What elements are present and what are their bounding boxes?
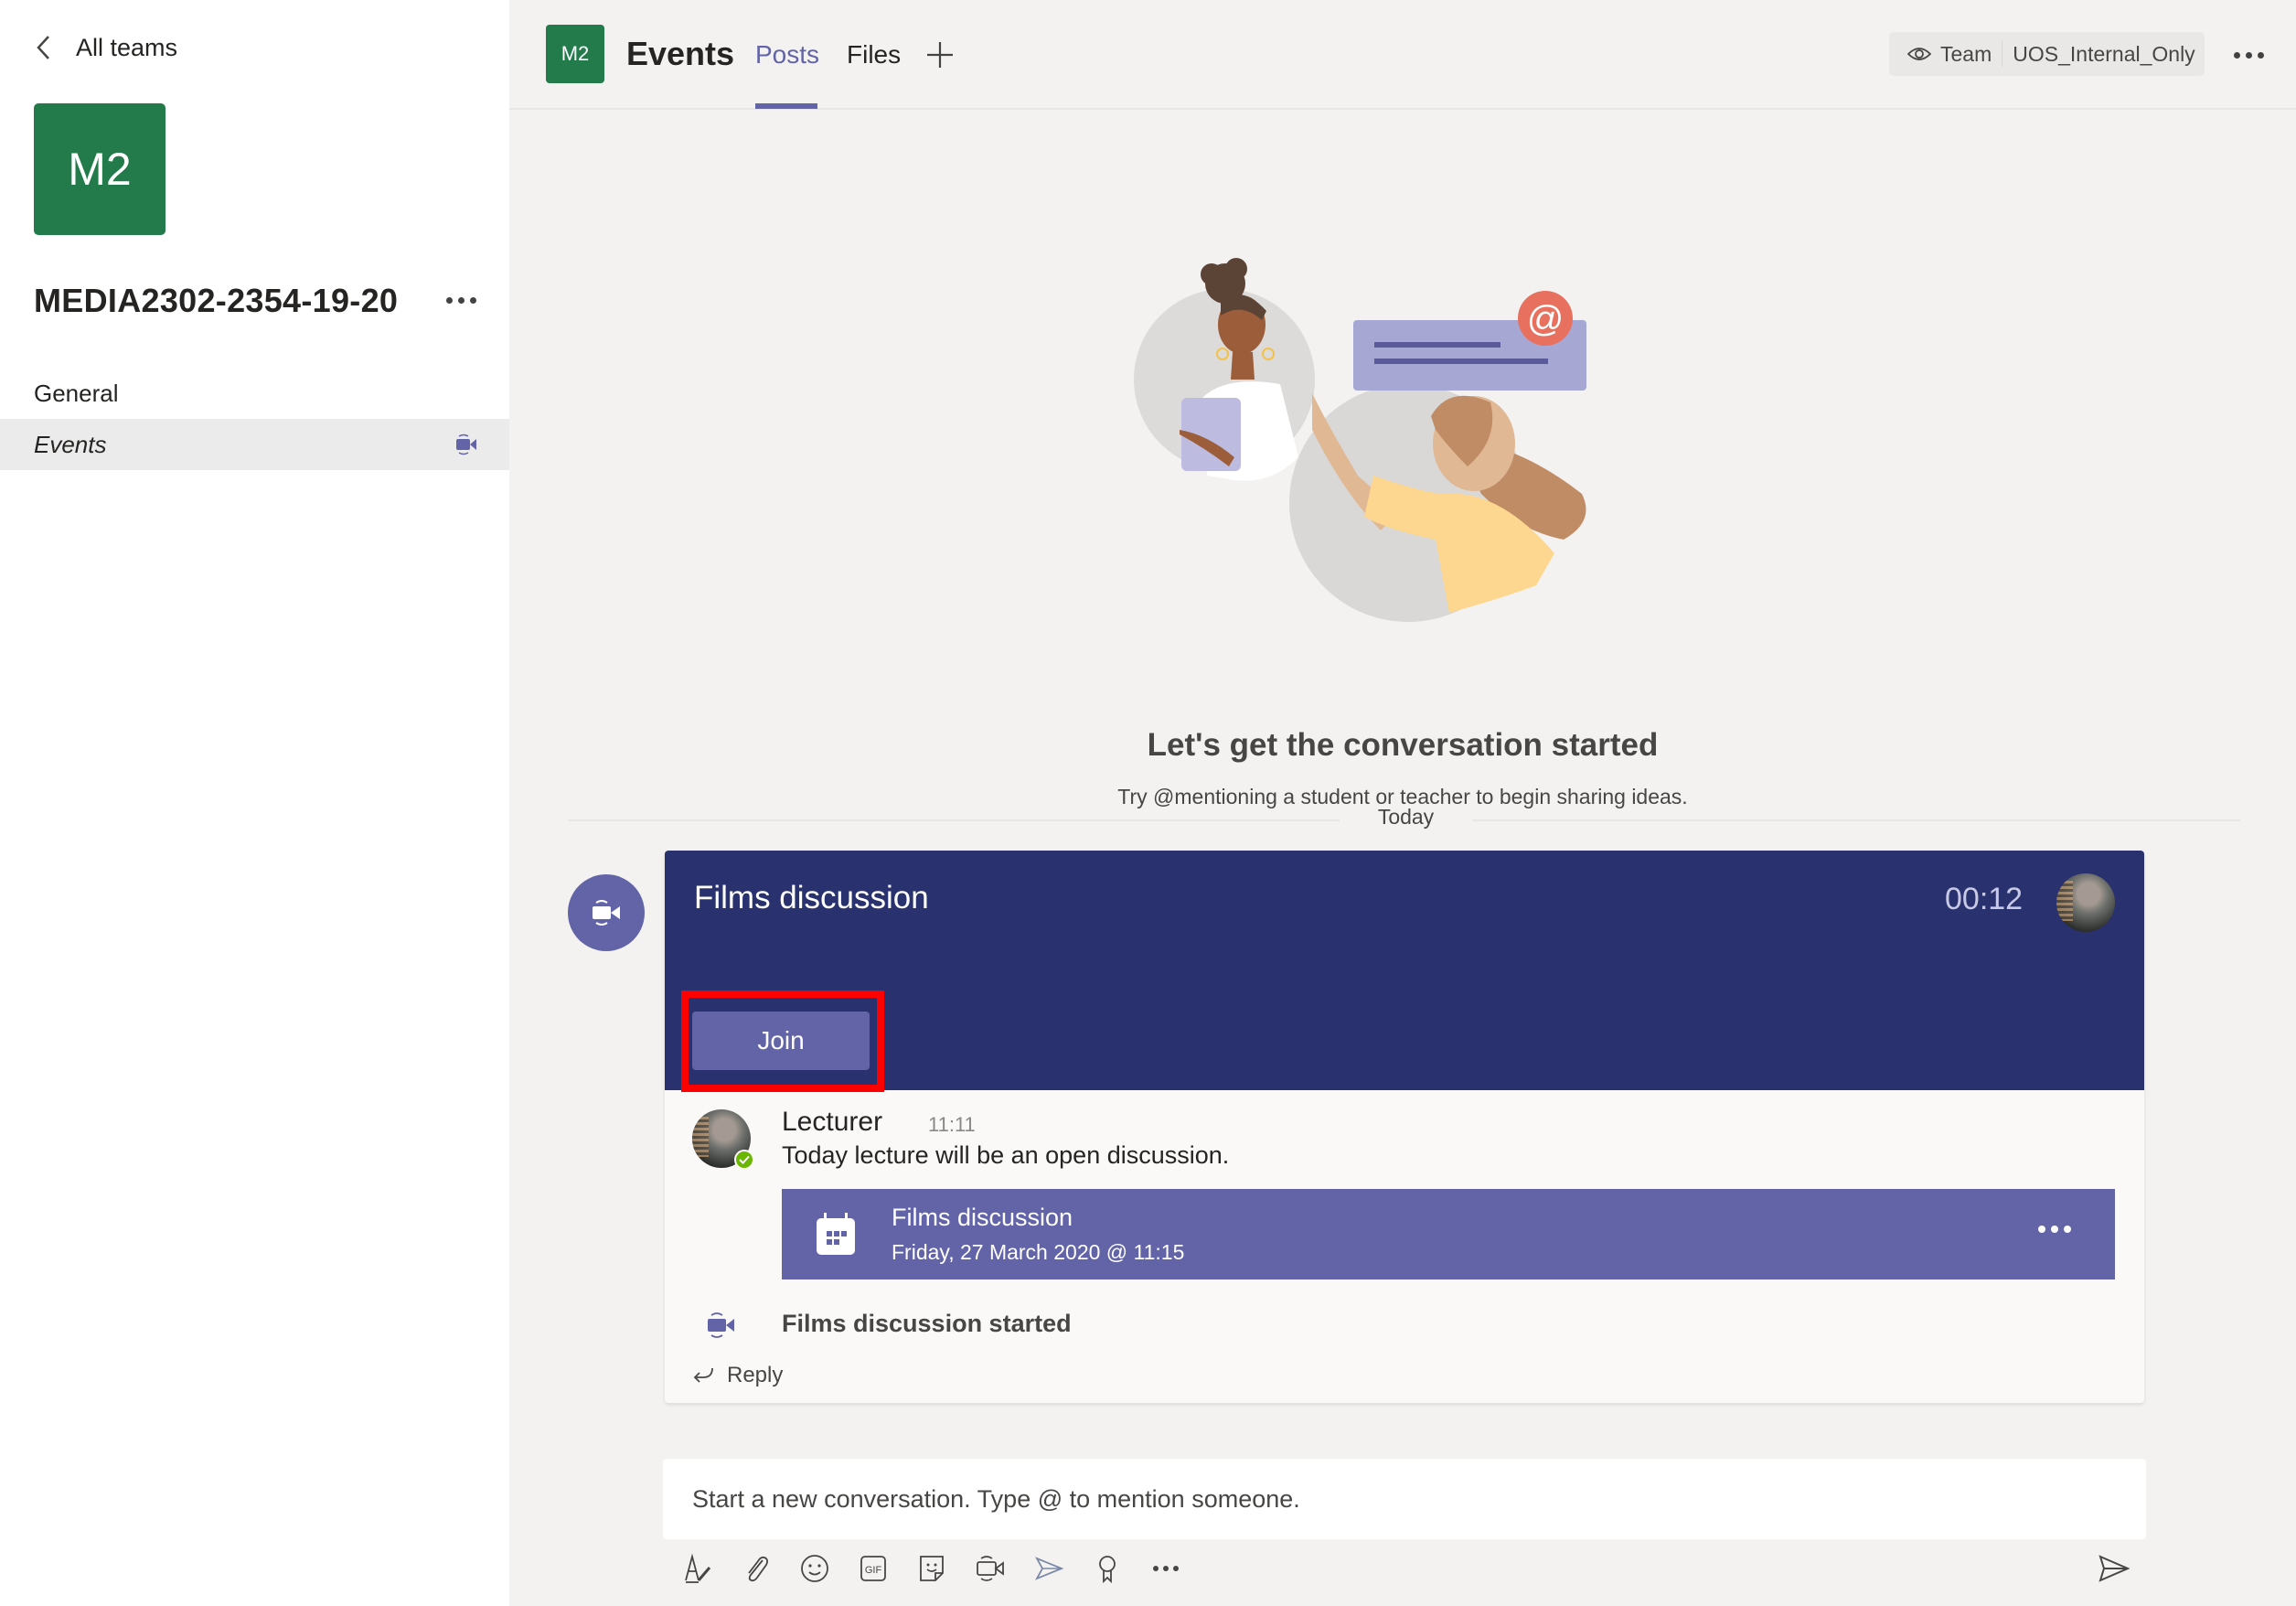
meet-now-button[interactable] xyxy=(974,1552,1007,1585)
channel-title: Events xyxy=(626,35,735,72)
meeting-thread-card: Films discussion 00:12 Join Lecturer 11:… xyxy=(665,851,2144,1403)
stream-button[interactable] xyxy=(1032,1552,1065,1585)
event-datetime: Friday, 27 March 2020 @ 11:15 xyxy=(892,1240,1185,1264)
all-teams-link[interactable]: All teams xyxy=(34,33,177,62)
praise-button[interactable] xyxy=(1091,1552,1124,1585)
event-title: Films discussion xyxy=(892,1204,1073,1231)
more-options-button[interactable] xyxy=(2230,40,2267,70)
team-name: MEDIA2302-2354-19-20 xyxy=(34,282,399,319)
team-sidebar: All teams M2 MEDIA2302-2354-19-20 Genera… xyxy=(0,0,509,1606)
team-label: Team xyxy=(1940,41,1992,66)
meeting-elapsed-time: 00:12 xyxy=(1945,882,2024,916)
active-tab-indicator xyxy=(755,103,817,109)
meeting-thread-avatar xyxy=(568,874,645,951)
message-timestamp: 11:11 xyxy=(928,1113,976,1136)
date-divider-label: Today xyxy=(1340,805,1472,830)
channel-item-events[interactable]: Events xyxy=(0,419,509,470)
team-more-options-button[interactable] xyxy=(443,282,479,318)
participant-avatar[interactable] xyxy=(2056,873,2115,932)
format-button[interactable] xyxy=(681,1552,714,1585)
sticker-icon xyxy=(920,1556,944,1581)
all-teams-label: All teams xyxy=(76,33,178,61)
reply-button[interactable]: Reply xyxy=(692,1363,783,1388)
eye-icon xyxy=(1907,48,1931,60)
sticker-button[interactable] xyxy=(915,1552,948,1585)
new-conversation-input[interactable] xyxy=(663,1459,2146,1539)
channel-label: General xyxy=(34,379,119,407)
message-text: Today lecture will be an open discussion… xyxy=(782,1141,1230,1169)
praise-icon xyxy=(1099,1556,1116,1584)
meeting-title: Films discussion xyxy=(694,880,929,915)
svg-text:GIF: GIF xyxy=(865,1565,882,1576)
attach-icon xyxy=(748,1556,769,1582)
tab-posts[interactable]: Posts xyxy=(755,40,819,70)
team-avatar: M2 xyxy=(34,103,166,235)
message-author[interactable]: Lecturer xyxy=(782,1107,882,1138)
emoji-button[interactable] xyxy=(798,1552,831,1585)
channel-header: M2 Events Posts Files Team UOS_Internal_… xyxy=(509,0,2296,110)
channel-label: Events xyxy=(34,430,107,458)
presence-available-icon xyxy=(734,1150,754,1170)
meeting-started-icon xyxy=(708,1312,734,1338)
stream-icon xyxy=(1035,1557,1064,1580)
conversation-illustration: @ xyxy=(1134,258,1586,622)
channel-avatar: M2 xyxy=(546,25,604,83)
attach-button[interactable] xyxy=(740,1552,773,1585)
gif-button[interactable]: GIF xyxy=(857,1552,890,1585)
active-meeting-icon xyxy=(456,434,476,455)
more-compose-options-button[interactable] xyxy=(1149,1552,1182,1585)
reply-icon xyxy=(693,1367,713,1383)
event-more-options-button[interactable] xyxy=(2038,1226,2071,1233)
gif-icon: GIF xyxy=(860,1556,886,1581)
meeting-event-banner[interactable]: Films discussion Friday, 27 March 2020 @… xyxy=(782,1189,2115,1279)
svg-text:@: @ xyxy=(1527,299,1564,339)
chevron-left-icon xyxy=(37,36,49,59)
classification-label: UOS_Internal_Only xyxy=(2013,41,2195,66)
plus-icon[interactable] xyxy=(925,40,955,70)
team-classification-pill[interactable]: Team UOS_Internal_Only xyxy=(1889,32,2205,76)
join-meeting-button[interactable]: Join xyxy=(692,1012,870,1070)
meeting-started-text: Films discussion started xyxy=(782,1310,1072,1337)
reply-label: Reply xyxy=(727,1363,784,1387)
meeting-header: Films discussion 00:12 Join xyxy=(665,851,2144,1092)
send-icon[interactable] xyxy=(2098,1555,2130,1582)
welcome-title: Let's get the conversation started xyxy=(1147,727,1659,763)
meet-now-icon xyxy=(977,1556,1004,1581)
tab-files[interactable]: Files xyxy=(847,40,901,70)
emoji-icon xyxy=(801,1555,828,1582)
meeting-icon xyxy=(593,900,620,926)
channel-item-general[interactable]: General xyxy=(0,368,509,419)
format-icon xyxy=(685,1553,711,1583)
calendar-icon xyxy=(817,1213,855,1255)
compose-toolbar: GIF xyxy=(681,1550,1182,1587)
